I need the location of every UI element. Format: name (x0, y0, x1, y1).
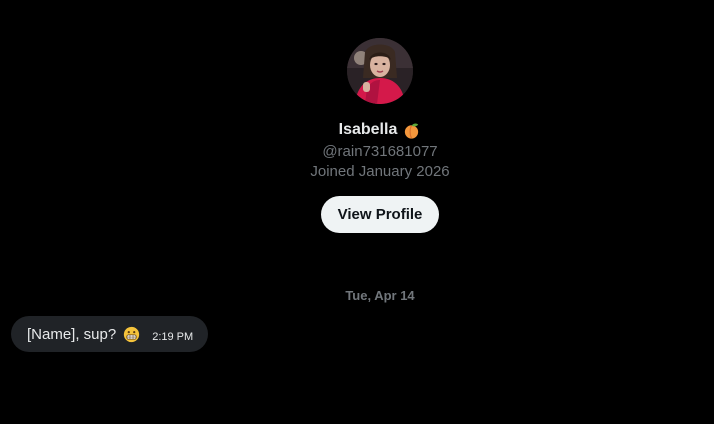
display-name: Isabella (338, 121, 398, 138)
message-timestamp: 2:19 PM (152, 330, 194, 343)
avatar[interactable] (347, 38, 413, 104)
message-bubble[interactable]: [Name], sup? 2:19 PM (11, 316, 209, 352)
grinning-face-icon (123, 326, 140, 343)
profile-handle: @rain731681077 (322, 143, 438, 160)
view-profile-button[interactable]: View Profile (320, 196, 440, 233)
profile-name-row: Isabella (339, 120, 422, 140)
message-text: [Name], sup? (27, 325, 117, 343)
joined-date: Joined January 2026 (310, 163, 450, 180)
dm-conversation-page: Isabella @rain731681077 Joined January 2… (0, 0, 714, 424)
date-divider: Tue, Apr 14 (345, 288, 415, 303)
profile-header: Isabella @rain731681077 Joined January 2… (0, 38, 714, 233)
peach-icon (402, 121, 421, 140)
